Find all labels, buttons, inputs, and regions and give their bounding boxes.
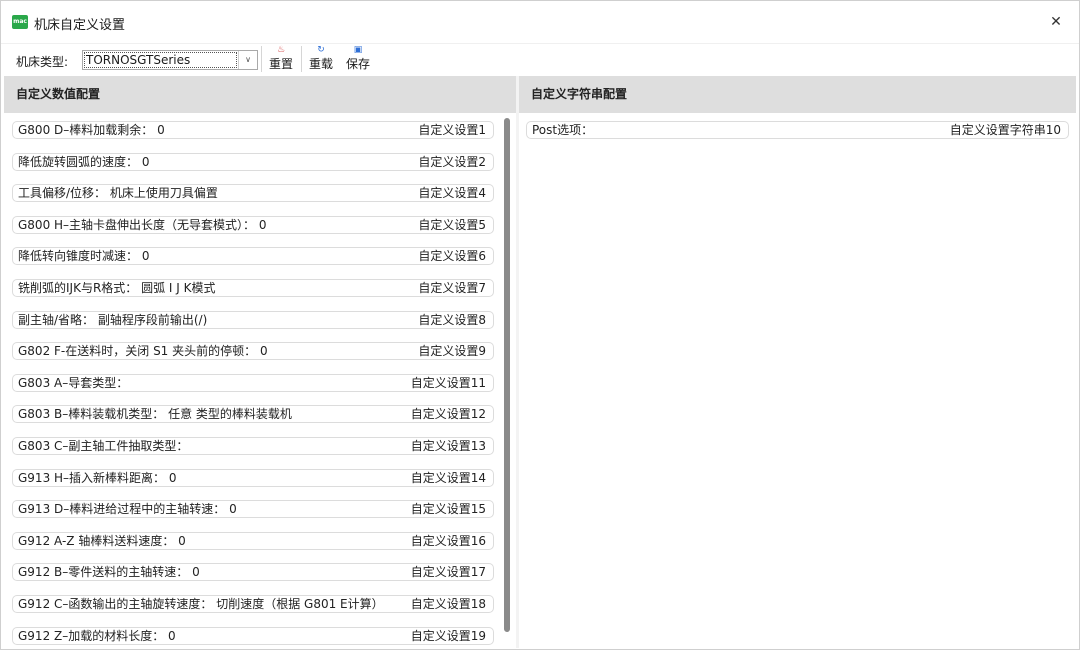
numeric-setting-row[interactable]: G913 H–插入新棒料距离： 0 自定义设置14 xyxy=(12,469,494,487)
setting-label: G912 A-Z 轴棒料送料速度： 0 xyxy=(18,534,186,548)
setting-label: G912 C–函数输出的主轴旋转速度： 切削速度（根据 G801 E计算） xyxy=(18,597,384,611)
toolbar-separator xyxy=(301,46,302,72)
numeric-setting-row[interactable]: G912 C–函数输出的主轴旋转速度： 切削速度（根据 G801 E计算） 自定义… xyxy=(12,595,494,613)
setting-name: 自定义设置5 xyxy=(418,218,486,232)
setting-name: 自定义设置7 xyxy=(418,281,486,295)
numeric-setting-row[interactable]: G803 C–副主轴工件抽取类型： 自定义设置13 xyxy=(12,437,494,455)
setting-name: 自定义设置字符串10 xyxy=(949,123,1061,137)
save-label: 保存 xyxy=(345,57,370,71)
setting-label: 降低转向锥度时减速： 0 xyxy=(18,249,150,263)
string-setting-row[interactable]: Post选项： 自定义设置字符串10 xyxy=(526,121,1069,139)
numeric-setting-row[interactable]: G800 D–棒料加载剩余： 0 自定义设置1 xyxy=(12,121,494,139)
setting-name: 自定义设置16 xyxy=(410,534,486,548)
setting-label: 降低旋转圆弧的速度： 0 xyxy=(18,155,150,169)
setting-label: 铣削弧的IJK与R格式： 圆弧 I J K模式 xyxy=(18,281,216,295)
setting-label: G803 B–棒料装载机类型： 任意 类型的棒料装载机 xyxy=(18,407,292,421)
setting-name: 自定义设置19 xyxy=(410,629,486,643)
numeric-config-header: 自定义数值配置 xyxy=(4,76,516,113)
setting-label: 工具偏移/位移： 机床上使用刀具偏置 xyxy=(18,186,218,200)
save-button[interactable]: ▣ 保存 xyxy=(343,44,373,74)
numeric-setting-row[interactable]: 工具偏移/位移： 机床上使用刀具偏置 自定义设置4 xyxy=(12,184,494,202)
setting-label: Post选项： xyxy=(532,123,594,137)
reset-label: 重置 xyxy=(268,57,293,71)
close-button[interactable]: ✕ xyxy=(1044,10,1068,34)
setting-label: G803 C–副主轴工件抽取类型： xyxy=(18,439,189,453)
machine-type-value: TORNOSGTSeries xyxy=(84,52,237,68)
numeric-setting-row[interactable]: G912 A-Z 轴棒料送料速度： 0 自定义设置16 xyxy=(12,532,494,550)
window-title: 机床自定义设置 xyxy=(34,18,126,33)
reload-button[interactable]: ↻ 重载 xyxy=(306,44,336,74)
setting-name: 自定义设置17 xyxy=(410,565,486,579)
setting-name: 自定义设置12 xyxy=(410,407,486,421)
setting-name: 自定义设置6 xyxy=(418,249,486,263)
machine-type-select[interactable]: TORNOSGTSeries ∨ xyxy=(82,50,258,70)
setting-name: 自定义设置2 xyxy=(418,155,486,169)
numeric-setting-row[interactable]: G803 B–棒料装载机类型： 任意 类型的棒料装载机 自定义设置12 xyxy=(12,405,494,423)
app-logo-icon: mac xyxy=(12,15,28,29)
numeric-setting-row[interactable]: 降低转向锥度时减速： 0 自定义设置6 xyxy=(12,247,494,265)
setting-name: 自定义设置18 xyxy=(410,597,486,611)
string-config-header: 自定义字符串配置 xyxy=(519,76,1076,113)
numeric-setting-row[interactable]: G802 F-在送料时，关闭 S1 夹头前的停顿： 0 自定义设置9 xyxy=(12,342,494,360)
save-icon: ▣ xyxy=(353,45,363,55)
setting-label: G912 B–零件送料的主轴转速： 0 xyxy=(18,565,200,579)
setting-name: 自定义设置11 xyxy=(410,376,486,390)
numeric-config-panel: 自定义数值配置 G800 D–棒料加载剩余： 0 自定义设置1 降低旋转圆弧的速度… xyxy=(4,76,516,648)
reset-button[interactable]: ♨ 重置 xyxy=(266,44,296,74)
setting-name: 自定义设置8 xyxy=(418,313,486,327)
setting-label: G913 H–插入新棒料距离： 0 xyxy=(18,471,177,485)
chevron-down-icon[interactable]: ∨ xyxy=(238,51,257,69)
setting-label: G803 A–导套类型： xyxy=(18,376,129,390)
numeric-setting-row[interactable]: G912 B–零件送料的主轴转速： 0 自定义设置17 xyxy=(12,563,494,581)
toolbar-separator xyxy=(261,46,262,72)
setting-name: 自定义设置9 xyxy=(418,344,486,358)
numeric-setting-row[interactable]: 降低旋转圆弧的速度： 0 自定义设置2 xyxy=(12,153,494,171)
setting-label: G802 F-在送料时，关闭 S1 夹头前的停顿： 0 xyxy=(18,344,268,358)
setting-name: 自定义设置14 xyxy=(410,471,486,485)
setting-label: G800 D–棒料加载剩余： 0 xyxy=(18,123,165,137)
setting-name: 自定义设置4 xyxy=(418,186,486,200)
numeric-setting-row[interactable]: 副主轴/省略： 副轴程序段前输出(/) 自定义设置8 xyxy=(12,311,494,329)
numeric-setting-row[interactable]: 铣削弧的IJK与R格式： 圆弧 I J K模式 自定义设置7 xyxy=(12,279,494,297)
reload-icon: ↻ xyxy=(317,45,325,55)
setting-name: 自定义设置13 xyxy=(410,439,486,453)
reset-icon: ♨ xyxy=(276,45,286,55)
machine-type-label: 机床类型: xyxy=(16,55,69,69)
setting-name: 自定义设置15 xyxy=(410,502,486,516)
numeric-setting-row[interactable]: G803 A–导套类型： 自定义设置11 xyxy=(12,374,494,392)
string-config-panel: 自定义字符串配置 Post选项： 自定义设置字符串10 xyxy=(519,76,1076,648)
reload-label: 重载 xyxy=(308,57,333,71)
setting-name: 自定义设置1 xyxy=(418,123,486,137)
numeric-setting-row[interactable]: G912 Z–加载的材料长度： 0 自定义设置19 xyxy=(12,627,494,645)
title-bar: mac 机床自定义设置 ✕ xyxy=(0,0,1080,44)
toolbar: 机床类型: TORNOSGTSeries ∨ ♨ 重置 ↻ 重载 ▣ 保存 xyxy=(0,44,1080,76)
vertical-scrollbar[interactable] xyxy=(504,118,510,632)
numeric-setting-row[interactable]: G913 D–棒料进给过程中的主轴转速： 0 自定义设置15 xyxy=(12,500,494,518)
setting-label: G800 H–主轴卡盘伸出长度（无导套模式）： 0 xyxy=(18,218,267,232)
setting-label: G913 D–棒料进给过程中的主轴转速： 0 xyxy=(18,502,237,516)
numeric-setting-row[interactable]: G800 H–主轴卡盘伸出长度（无导套模式）： 0 自定义设置5 xyxy=(12,216,494,234)
setting-label: G912 Z–加载的材料长度： 0 xyxy=(18,629,176,643)
setting-label: 副主轴/省略： 副轴程序段前输出(/) xyxy=(18,313,208,327)
